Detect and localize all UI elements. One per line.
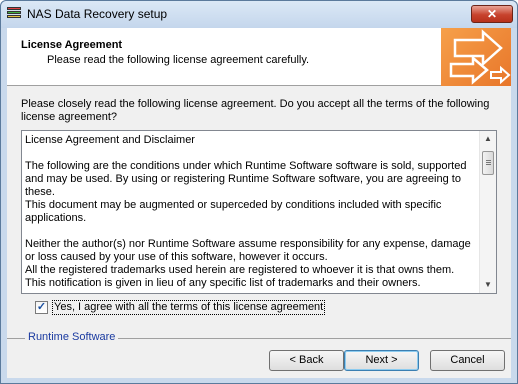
close-button[interactable]: ✕ [471, 5, 513, 23]
title-bar[interactable]: NAS Data Recovery setup ✕ [1, 1, 517, 28]
setup-window: NAS Data Recovery setup ✕ License Agreem… [0, 0, 518, 384]
agree-checkbox[interactable]: ✓ [35, 301, 48, 314]
next-button[interactable]: Next > [344, 350, 419, 371]
app-icon [7, 7, 21, 21]
scroll-thumb[interactable] [482, 151, 494, 175]
window-title: NAS Data Recovery setup [27, 7, 168, 21]
scroll-down-icon[interactable]: ▼ [480, 277, 496, 293]
arrows-logo-icon [441, 28, 511, 86]
close-icon: ✕ [486, 7, 498, 21]
license-scrollbar[interactable]: ▲ ▼ [479, 131, 496, 293]
back-button[interactable]: < Back [269, 350, 344, 371]
license-text-area[interactable]: License Agreement and Disclaimer The fol… [21, 130, 497, 294]
page-title: License Agreement [21, 39, 123, 51]
footer-brand: Runtime Software [25, 331, 119, 343]
license-intro-text: Please closely read the following licens… [21, 98, 490, 123]
agree-label[interactable]: Yes, I agree with all the terms of this … [51, 300, 326, 315]
wizard-header: License Agreement Please read the follow… [7, 28, 511, 86]
cancel-button[interactable]: Cancel [430, 350, 505, 371]
checkmark-icon: ✓ [36, 301, 47, 313]
page-subtitle: Please read the following license agreem… [47, 54, 310, 66]
scroll-up-icon[interactable]: ▲ [480, 131, 496, 147]
wizard-client-area: License Agreement Please read the follow… [7, 28, 511, 378]
license-text: License Agreement and Disclaimer The fol… [25, 134, 471, 289]
